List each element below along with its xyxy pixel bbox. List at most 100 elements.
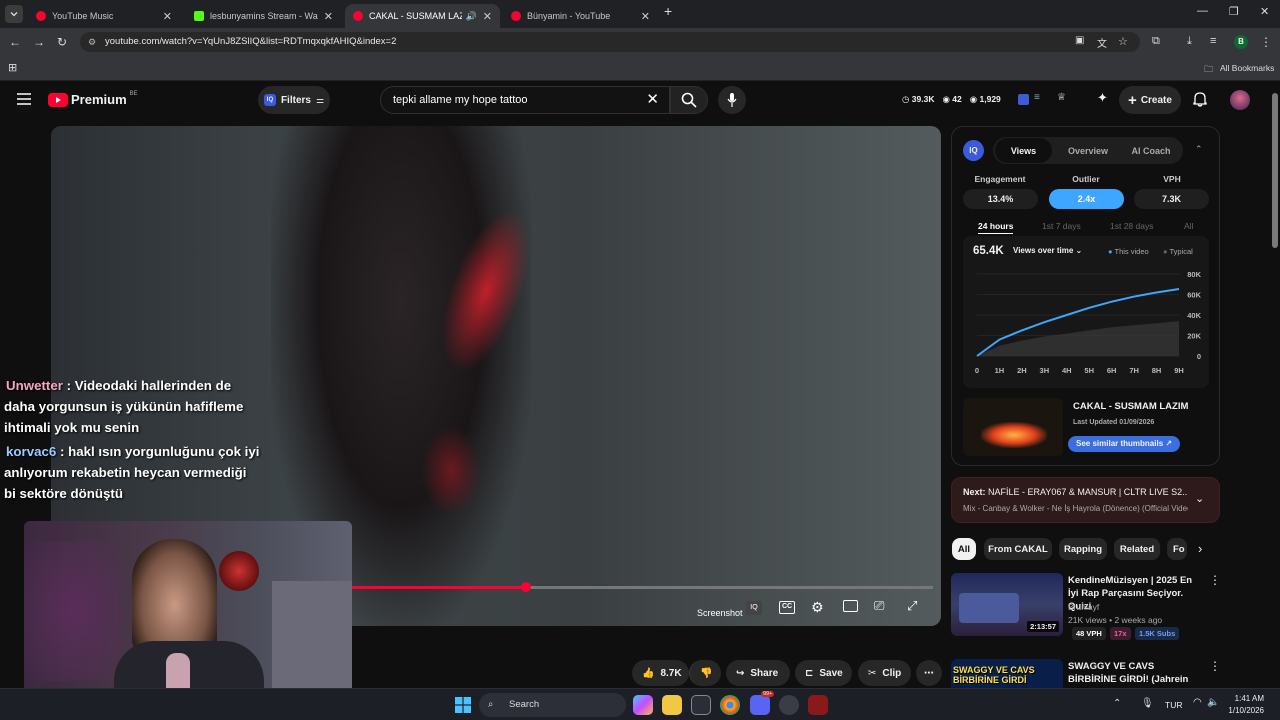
hamburger-menu-icon[interactable] [17, 93, 31, 105]
steam-icon[interactable] [779, 695, 799, 715]
settings-gear-icon[interactable]: ⚙ [811, 599, 824, 619]
rec-menu-icon[interactable]: ⋮ [1209, 573, 1221, 587]
expand-chevron-icon[interactable]: ⌄ [1195, 492, 1204, 505]
store-icon[interactable] [691, 695, 711, 715]
vidiq-icon[interactable] [1018, 94, 1029, 105]
share-button[interactable]: ↪ Share [726, 660, 790, 686]
all-bookmarks-link[interactable]: All Bookmarks [1220, 63, 1274, 73]
chip-more[interactable]: Fo [1167, 538, 1187, 560]
taskbar-search[interactable]: ⌕ Search [479, 693, 626, 717]
cast-icon[interactable]: ⎚ [874, 598, 884, 618]
recommendation-item[interactable]: 2:13:57 KendineMüzisyen | 2025 En İyi Ra… [951, 573, 1221, 640]
next-video-card[interactable]: Next: NAFİLE - ERAY067 & MANSUR | CLTR L… [951, 477, 1220, 523]
screenshot-label[interactable]: Screenshot [697, 608, 743, 628]
audio-playing-icon[interactable]: 🔊 [466, 11, 477, 22]
period-7-days[interactable]: 1st 7 days [1042, 221, 1081, 231]
save-button[interactable]: ⊏ Save [795, 660, 852, 686]
like-button[interactable]: 👍 8.7K [632, 660, 689, 686]
url-bar[interactable]: ⚙ youtube.com/watch?v=YqUnJ8ZSlIQ&list=R… [80, 32, 1140, 52]
tray-chevron-icon[interactable]: ⌃ [1113, 698, 1121, 709]
minimize-button[interactable]: — [1197, 5, 1208, 17]
metric-value-vph[interactable]: 7.3K [1134, 189, 1209, 209]
close-tab-icon[interactable]: ✕ [324, 10, 333, 23]
filters-button[interactable]: IQ Filters ⚌ [258, 86, 330, 114]
list-icon[interactable]: ≡ [1034, 92, 1040, 103]
copilot-icon[interactable] [633, 695, 653, 715]
obs-icon[interactable] [808, 695, 828, 715]
period-28-days[interactable]: 1st 28 days [1110, 221, 1153, 231]
captions-icon[interactable]: CC [779, 601, 795, 614]
maximize-button[interactable]: ❐ [1229, 5, 1239, 18]
recommendation-item[interactable]: SWAGGY VE CAVS BİRBİRİNE GİRDİ SWAGGY VE… [951, 659, 1220, 688]
reload-icon[interactable]: ↻ [57, 35, 67, 49]
extensions-icon[interactable]: ⧉ [1152, 35, 1160, 48]
translate-icon[interactable]: 文 [1097, 35, 1107, 50]
search-input[interactable]: tepki allame my hope tattoo ✕ [380, 86, 670, 114]
windows-start-icon[interactable] [455, 697, 471, 713]
forward-icon[interactable]: → [33, 35, 45, 49]
rec-thumbnail[interactable]: 2:13:57 [951, 573, 1063, 636]
tab-views[interactable]: Views [995, 138, 1052, 163]
clear-search-icon[interactable]: ✕ [646, 87, 659, 113]
media-control-icon[interactable]: ≡ [1210, 35, 1216, 47]
site-info-icon[interactable]: ⚙ [88, 32, 96, 52]
search-button[interactable] [670, 86, 708, 114]
rec-thumbnail[interactable]: SWAGGY VE CAVS BİRBİRİNE GİRDİ [951, 659, 1063, 688]
tab-bunyamin-youtube[interactable]: Bünyamin - YouTube ✕ [503, 4, 658, 28]
apps-grid-icon[interactable]: ⊞ [8, 61, 17, 74]
chip-from-cakal[interactable]: From CAKAL [984, 538, 1052, 560]
notifications-icon[interactable] [1193, 91, 1207, 107]
metric-value-engagement[interactable]: 13.4% [963, 189, 1038, 209]
discord-icon[interactable]: 99+ [750, 691, 775, 715]
vidiq-player-icon[interactable]: IQ [746, 601, 762, 615]
tab-ai-coach[interactable]: AI Coach [1122, 138, 1180, 163]
chrome-icon[interactable] [720, 695, 740, 715]
page-scrollbar[interactable] [1270, 81, 1280, 688]
chips-next-arrow-icon[interactable]: › [1198, 541, 1202, 556]
metric-value-outlier[interactable]: 2.4x [1049, 189, 1124, 209]
account-avatar[interactable] [1230, 90, 1250, 110]
gift-icon[interactable]: ✦ [1097, 90, 1108, 106]
period-all[interactable]: All [1184, 221, 1193, 231]
clock-time[interactable]: 1:41 AM [1230, 694, 1264, 703]
video-progress-track[interactable] [352, 582, 933, 592]
scrollbar-thumb[interactable] [1272, 93, 1278, 248]
close-tab-icon[interactable]: ✕ [641, 10, 650, 23]
install-app-icon[interactable]: ▣ [1075, 35, 1084, 46]
video-thumbnail[interactable] [963, 398, 1063, 456]
youtube-premium-logo[interactable]: Premium BE [48, 91, 138, 107]
new-tab-button[interactable]: + [664, 3, 672, 19]
rec-channel[interactable]: Bruhlayf [1068, 602, 1099, 612]
tab-cakal-video[interactable]: CAKAL - SUSMAM LAZIM - Y 🔊 ✕ [345, 4, 500, 28]
wifi-icon[interactable]: ◠ [1193, 697, 1202, 708]
chip-all[interactable]: All [952, 538, 976, 560]
collapse-panel-icon[interactable]: ⌃ [1195, 144, 1203, 155]
tray-mic-icon[interactable]: 🎙 [1141, 698, 1154, 709]
dislike-button[interactable]: 👎 [689, 660, 721, 686]
tab-kick-stream[interactable]: lesbunyamins Stream - Watch Liv ✕ [186, 4, 341, 28]
file-explorer-icon[interactable] [662, 695, 682, 715]
fullscreen-icon[interactable]: ⤢ [907, 598, 917, 618]
close-window-button[interactable]: ✕ [1260, 5, 1269, 18]
more-actions-button[interactable]: ⋯ [916, 660, 942, 686]
bookmark-star-icon[interactable]: ☆ [1118, 35, 1128, 48]
create-button[interactable]: + Create [1119, 86, 1181, 114]
theater-mode-icon[interactable] [843, 600, 858, 612]
voice-search-button[interactable] [718, 86, 746, 114]
tab-search-button[interactable] [5, 5, 23, 23]
close-tab-icon[interactable]: ✕ [483, 10, 492, 23]
clip-button[interactable]: ✂ Clip [858, 660, 911, 686]
see-similar-thumbnails-button[interactable]: See similar thumbnails ↗ [1068, 436, 1181, 452]
clock-date[interactable]: 1/10/2026 [1222, 706, 1264, 715]
rec-menu-icon[interactable]: ⋮ [1209, 659, 1220, 673]
period-24-hours[interactable]: 24 hours [978, 221, 1014, 234]
trophy-icon[interactable]: ♕ [1057, 92, 1066, 103]
close-tab-icon[interactable]: ✕ [163, 10, 172, 23]
volume-icon[interactable]: 🔈 [1207, 697, 1219, 708]
profile-avatar[interactable]: B [1234, 35, 1248, 49]
download-icon[interactable]: ⤓ [1187, 35, 1192, 48]
back-icon[interactable]: ← [9, 35, 21, 49]
tab-youtube-music[interactable]: YouTube Music ✕ [28, 4, 180, 28]
menu-kebab-icon[interactable]: ⋮ [1260, 35, 1272, 49]
chip-rapping[interactable]: Rapping [1059, 538, 1107, 560]
